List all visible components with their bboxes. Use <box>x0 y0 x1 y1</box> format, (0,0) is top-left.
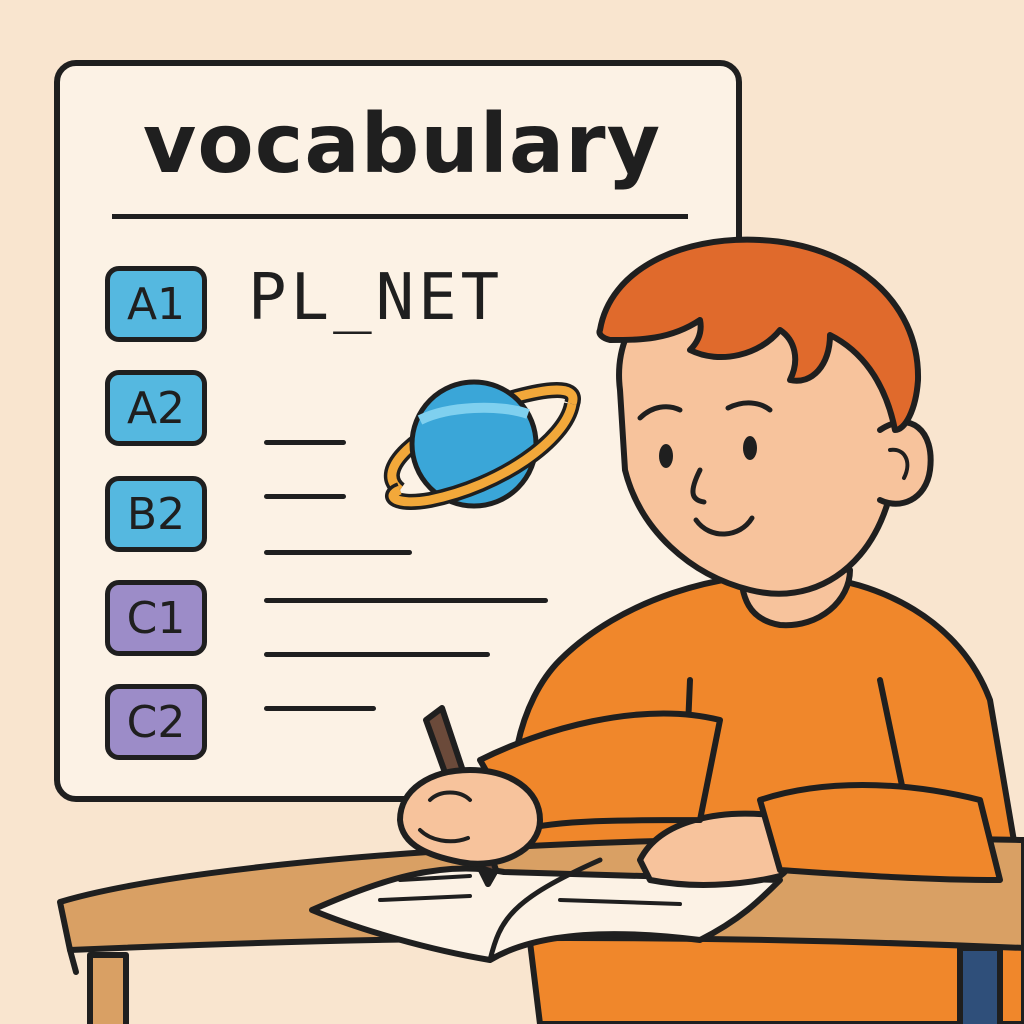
desk-leg <box>87 952 129 1024</box>
illustration: vocabulary A1 A2 B2 C1 C2 PL_NET <box>0 0 1024 1024</box>
writing-hand <box>397 767 543 867</box>
student-figure <box>57 236 1024 1024</box>
desk-leg <box>957 945 1003 1024</box>
